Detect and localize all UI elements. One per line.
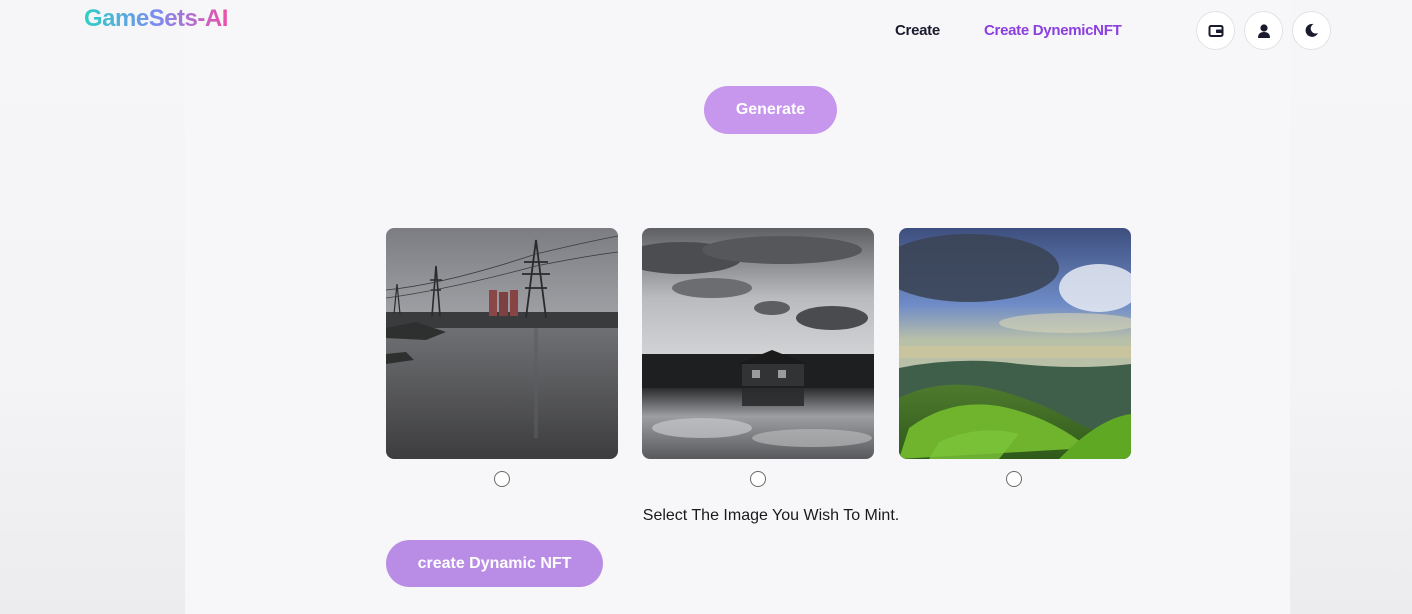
green-mountain-sky-image — [899, 228, 1131, 459]
moon-icon — [1305, 23, 1318, 37]
wallet-button[interactable] — [1196, 11, 1235, 50]
wallet-icon — [1208, 24, 1223, 37]
image-option-2[interactable] — [642, 228, 874, 459]
image-option-3-radio[interactable] — [1006, 471, 1022, 487]
house-cloud-reflection-image — [642, 228, 874, 459]
logo[interactable]: GameSets-AI — [84, 5, 228, 33]
image-option-2-radio[interactable] — [750, 471, 766, 487]
flooded-power-towers-image — [386, 228, 618, 459]
profile-button[interactable] — [1244, 11, 1283, 50]
image-option-1-radio[interactable] — [494, 471, 510, 487]
image-option-3[interactable] — [899, 228, 1131, 459]
theme-toggle-button[interactable] — [1292, 11, 1331, 50]
nav-create-link[interactable]: Create — [895, 22, 940, 39]
nav-create-dynamic-nft-link[interactable]: Create DynemicNFT — [984, 22, 1122, 39]
image-option-1[interactable] — [386, 228, 618, 459]
user-icon — [1257, 23, 1270, 38]
page: GameSets-AI Create Create DynemicNFT Gen… — [0, 0, 1412, 614]
select-image-instruction: Select The Image You Wish To Mint. — [642, 507, 900, 524]
create-dynamic-nft-button[interactable]: create Dynamic NFT — [386, 540, 603, 587]
generate-button[interactable]: Generate — [704, 86, 837, 134]
